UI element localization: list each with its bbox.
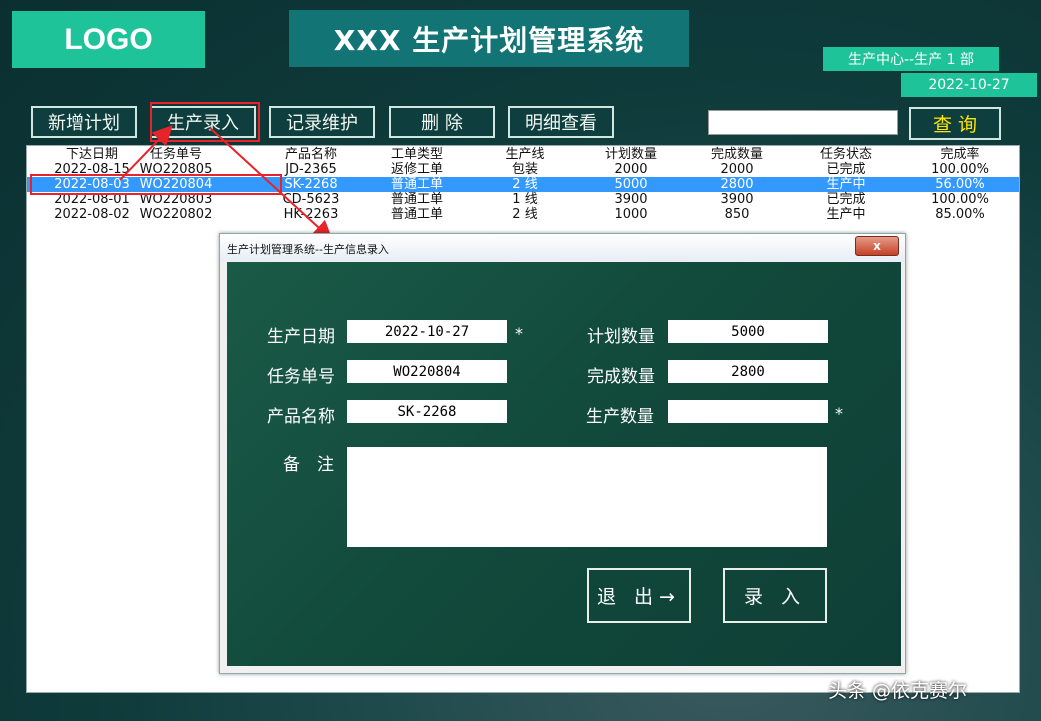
logo: LOGO: [12, 11, 205, 68]
cell: 包装: [511, 162, 538, 177]
task-no-label: 任务单号: [267, 367, 335, 387]
query-button[interactable]: 查 询: [909, 107, 1001, 140]
cell: 85.00%: [935, 207, 985, 222]
table-row[interactable]: 2022-08-02 WO220802 HK-2263 普通工单 2 线 100…: [27, 207, 1019, 222]
detail-view-button[interactable]: 明细查看: [508, 106, 614, 138]
table-row[interactable]: 2022-08-01 WO220803 CD-5623 普通工单 1 线 390…: [27, 192, 1019, 207]
required-mark: *: [835, 404, 843, 423]
cell: 3900: [614, 192, 648, 207]
cell: 普通工单: [390, 177, 443, 192]
cell: 已完成: [826, 162, 866, 177]
cell: 普通工单: [390, 192, 443, 207]
department-label: 生产中心--生产 1 部: [823, 47, 999, 71]
cell: 100.00%: [931, 192, 989, 207]
production-date-field[interactable]: 2022-10-27: [347, 320, 507, 343]
cell: 生产中: [826, 177, 866, 192]
task-no-field[interactable]: WO220804: [347, 360, 507, 383]
cell: WO220803: [139, 192, 213, 207]
product-name-field[interactable]: SK-2268: [347, 400, 507, 423]
cell: 850: [724, 207, 750, 222]
column-header: 完成数量: [710, 147, 763, 162]
dialog-body: 生产日期 2022-10-27 * 任务单号 WO220804 产品名称 SK-…: [227, 262, 901, 666]
dialog-titlebar[interactable]: 生产计划管理系统--生产信息录入 x: [220, 234, 905, 261]
page-title: XXX 生产计划管理系统: [289, 10, 689, 67]
cell: CD-5623: [282, 192, 340, 207]
cell: WO220805: [139, 162, 213, 177]
cell: 2 线: [512, 177, 538, 192]
delete-button[interactable]: 删 除: [389, 106, 495, 138]
planned-qty-field[interactable]: 5000: [668, 320, 828, 343]
cell: HK-2263: [283, 207, 339, 222]
completed-qty-label: 完成数量: [587, 367, 655, 387]
cell: WO220802: [139, 207, 213, 222]
cell: 1000: [614, 207, 648, 222]
table-header-row: 下达日期 任务单号 产品名称 工单类型 生产线 计划数量 完成数量 任务状态 完…: [27, 147, 1019, 162]
produced-qty-field[interactable]: [668, 400, 828, 423]
add-plan-button[interactable]: 新增计划: [31, 106, 137, 138]
watermark: 头条 @依克赛尔: [828, 680, 968, 702]
column-header: 工单类型: [390, 147, 443, 162]
dialog-title: 生产计划管理系统--生产信息录入: [227, 243, 389, 256]
column-header: 任务单号: [149, 147, 202, 162]
planned-qty-label: 计划数量: [587, 327, 655, 347]
cell: 56.00%: [935, 177, 985, 192]
cell: 生产中: [826, 207, 866, 222]
close-icon[interactable]: x: [855, 236, 899, 256]
product-name-label: 产品名称: [267, 407, 335, 427]
cell: 100.00%: [931, 162, 989, 177]
completed-qty-field[interactable]: 2800: [668, 360, 828, 383]
production-entry-dialog[interactable]: 生产计划管理系统--生产信息录入 x 生产日期 2022-10-27 * 任务单…: [219, 233, 906, 674]
column-header: 生产线: [505, 147, 545, 162]
column-header: 任务状态: [819, 147, 872, 162]
column-header: 完成率: [940, 147, 980, 162]
cell: 返修工单: [390, 162, 443, 177]
cell: WO220804: [139, 177, 213, 192]
table-row[interactable]: 2022-08-15 WO220805 JD-2365 返修工单 包装 2000…: [27, 162, 1019, 177]
exit-button[interactable]: 退 出→: [587, 568, 691, 623]
required-mark: *: [515, 324, 523, 343]
cell: 普通工单: [390, 207, 443, 222]
remarks-textarea[interactable]: [347, 447, 827, 547]
cell: 2800: [720, 177, 754, 192]
cell: JD-2365: [285, 162, 337, 177]
submit-button[interactable]: 录 入: [723, 568, 827, 623]
cell: 已完成: [826, 192, 866, 207]
production-entry-button[interactable]: 生产录入: [150, 106, 256, 138]
cell: 2000: [614, 162, 648, 177]
cell: SK-2268: [284, 177, 338, 192]
cell: 1 线: [512, 192, 538, 207]
column-header: 产品名称: [284, 147, 337, 162]
cell: 3900: [720, 192, 754, 207]
search-input[interactable]: [708, 110, 898, 135]
record-maintenance-button[interactable]: 记录维护: [269, 106, 375, 138]
produced-qty-label: 生产数量: [586, 407, 654, 427]
column-header: 计划数量: [604, 147, 657, 162]
remarks-label: 备 注: [283, 455, 334, 475]
production-date-label: 生产日期: [267, 327, 335, 347]
cell: 2 线: [512, 207, 538, 222]
current-date: 2022-10-27: [901, 73, 1037, 97]
cell: 5000: [614, 177, 648, 192]
cell: 2000: [720, 162, 754, 177]
table-row-selected[interactable]: 2022-08-03 WO220804 SK-2268 普通工单 2 线 500…: [27, 177, 1019, 192]
